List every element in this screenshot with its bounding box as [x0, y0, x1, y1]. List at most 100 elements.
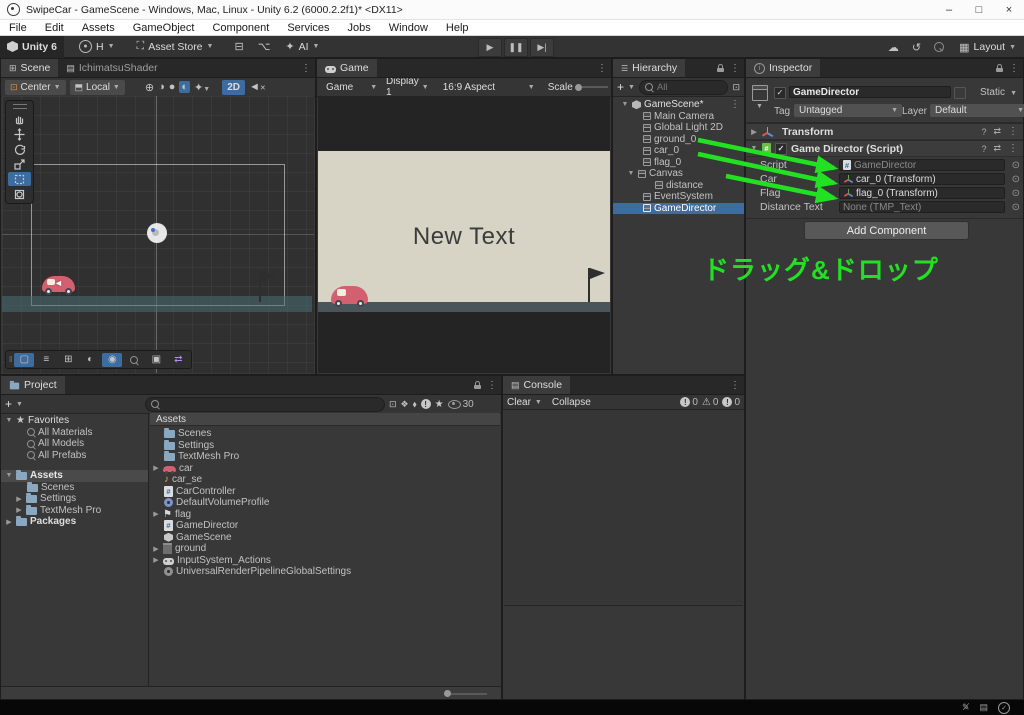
layers-overlay-icon[interactable]: ▣: [146, 353, 166, 367]
favorite-all-prefabs[interactable]: All Prefabs: [1, 450, 148, 462]
2d-toggle-button[interactable]: 2D: [222, 80, 245, 95]
distance-text-value-field[interactable]: None (TMP_Text): [839, 201, 1005, 213]
packages-root[interactable]: ▶Packages: [1, 516, 148, 528]
asset-inputsystem-actions[interactable]: ▶InputSystem_Actions: [150, 555, 500, 567]
expand-arrow-icon[interactable]: ▶: [5, 518, 13, 526]
search-by-label-icon[interactable]: ❖: [401, 399, 409, 410]
object-picker-icon[interactable]: ⊙: [1012, 202, 1020, 213]
layer-dropdown[interactable]: Default▼: [930, 104, 1024, 117]
chevron-down-icon[interactable]: ▼: [535, 399, 542, 406]
hierarchy-item-eventsystem[interactable]: EventSystem: [613, 191, 744, 203]
scene-ground-sprite[interactable]: [2, 296, 312, 312]
scene-2d-lighting-icon[interactable]: ◑: [158, 81, 165, 93]
pause-button[interactable]: ❚❚: [504, 38, 528, 57]
expand-arrow-icon[interactable]: ▼: [5, 472, 13, 479]
expand-arrow-icon[interactable]: ▶: [750, 128, 758, 136]
presets-icon[interactable]: ⇄: [993, 126, 1001, 137]
script-component-header[interactable]: ▼ # ✓ Game Director (Script) ? ⇄ ⋮: [746, 140, 1023, 157]
palette-grip[interactable]: [13, 104, 27, 109]
hierarchy-item-gamedirector[interactable]: GameDirector: [613, 203, 744, 215]
help-icon[interactable]: ?: [981, 127, 986, 137]
ai-dropdown[interactable]: ✦ AI▼: [278, 36, 326, 58]
kebab-menu-icon[interactable]: ⋮: [730, 63, 740, 74]
lock-icon[interactable]: [474, 381, 481, 389]
hierarchy-search-input[interactable]: [657, 82, 723, 93]
rotate-tool-button[interactable]: [8, 142, 31, 156]
multiplayer-icon[interactable]: ⌥: [258, 40, 271, 53]
hierarchy-item-ground0[interactable]: ground_0: [613, 134, 744, 146]
asset-car[interactable]: ▶car: [150, 463, 500, 475]
tab-hierarchy[interactable]: ☰ Hierarchy: [613, 59, 685, 77]
lock-icon[interactable]: [717, 64, 724, 72]
project-search-input[interactable]: [163, 399, 379, 410]
kebab-menu-icon[interactable]: ⋮: [1008, 126, 1018, 137]
kebab-menu-icon[interactable]: ⋮: [597, 63, 607, 74]
expand-arrow-icon[interactable]: ▶: [15, 495, 23, 503]
menu-services[interactable]: Services: [278, 20, 338, 36]
error-count-badge[interactable]: !0: [722, 397, 740, 408]
game-target-dropdown[interactable]: Game▼: [321, 80, 377, 95]
expand-arrow-icon[interactable]: ▼: [5, 417, 13, 424]
layout-dropdown[interactable]: ▦ Layout▼: [957, 36, 1018, 58]
expand-arrow-icon[interactable]: ▶: [152, 556, 160, 564]
favorites-star-icon[interactable]: ★: [435, 399, 444, 410]
expand-arrow-icon[interactable]: ▼: [621, 101, 629, 108]
play-button[interactable]: ▶: [478, 38, 502, 57]
visibility-count[interactable]: 30: [448, 399, 474, 410]
asset-carcontroller[interactable]: #CarController: [150, 486, 500, 498]
hierarchy-search[interactable]: [639, 80, 729, 95]
rect-overlay-icon[interactable]: ▢: [14, 353, 34, 367]
display-dropdown[interactable]: Display 1▼: [381, 80, 434, 95]
hierarchy-item-car0[interactable]: car_0: [613, 145, 744, 157]
scene-viewport[interactable]: ◄ ‖ ▢ ≡ ⊞ ◐ ◉: [2, 96, 314, 373]
view-options-icon[interactable]: ◉: [102, 353, 122, 367]
light-2d-gizmo[interactable]: [147, 223, 167, 243]
chevron-down-icon[interactable]: ▼: [756, 103, 763, 110]
audio-mute-icon[interactable]: ◄✕: [249, 81, 266, 93]
scene-effects-icon[interactable]: ✦▼: [194, 81, 210, 94]
kebab-menu-icon[interactable]: ⋮: [730, 380, 740, 391]
assets-root[interactable]: ▼ Assets: [1, 470, 148, 482]
aspect-dropdown[interactable]: 16:9 Aspect▼: [438, 80, 540, 95]
search-by-type-icon[interactable]: ⊡: [389, 399, 397, 410]
presets-icon[interactable]: ⇄: [993, 143, 1001, 154]
cloud-icon[interactable]: ☁: [888, 41, 899, 54]
expand-arrow-icon[interactable]: ▶: [15, 506, 23, 514]
menu-help[interactable]: Help: [437, 20, 478, 36]
asset-car-se[interactable]: ♪car_se: [150, 474, 500, 486]
hierarchy-item-global-light[interactable]: Global Light 2D: [613, 122, 744, 134]
add-component-button[interactable]: Add Component: [804, 221, 969, 240]
minimize-button[interactable]: –: [934, 0, 964, 20]
static-dropdown-icon[interactable]: ▼: [1010, 90, 1017, 97]
tag-dropdown[interactable]: Untagged▼: [794, 104, 902, 117]
expand-arrow-icon[interactable]: ▼: [627, 170, 635, 177]
collapse-button[interactable]: Collapse: [552, 397, 591, 408]
scale-slider[interactable]: Scale: [548, 82, 608, 93]
expand-arrow-icon[interactable]: ▼: [750, 145, 758, 152]
draw-mode-icon[interactable]: ⊕: [145, 81, 154, 94]
progress-check-icon[interactable]: ✓: [998, 702, 1010, 714]
move-tool-button[interactable]: [8, 127, 31, 141]
create-button[interactable]: +: [617, 80, 624, 94]
object-picker-icon[interactable]: ⊙: [1012, 188, 1020, 199]
menu-file[interactable]: File: [0, 20, 36, 36]
warning-count-badge[interactable]: ⚠0: [702, 397, 719, 408]
menu-window[interactable]: Window: [380, 20, 437, 36]
scene-car-sprite[interactable]: ◄: [42, 276, 75, 292]
asset-gamedirector[interactable]: #GameDirector: [150, 520, 500, 532]
hierarchy-item-gamescene[interactable]: ▼ GameScene* ⋮: [613, 99, 744, 111]
menu-assets[interactable]: Assets: [73, 20, 124, 36]
create-button[interactable]: +: [5, 397, 12, 411]
shuffle-overlay-icon[interactable]: ⇄: [168, 353, 188, 367]
assets-breadcrumb[interactable]: Assets: [150, 413, 500, 426]
favorites-root[interactable]: ▼ ★ Favorites: [1, 415, 148, 427]
kebab-menu-icon[interactable]: ⋮: [730, 99, 740, 110]
favorite-all-materials[interactable]: All Materials: [1, 427, 148, 439]
expand-arrow-icon[interactable]: ▶: [152, 545, 160, 553]
tab-ichimatsushader[interactable]: ▤ IchimatsuShader: [58, 59, 165, 77]
tree-scenes[interactable]: Scenes: [1, 482, 148, 494]
component-enabled-checkbox[interactable]: ✓: [775, 143, 787, 155]
asset-scenes[interactable]: Scenes: [150, 428, 500, 440]
asset-settings[interactable]: Settings: [150, 440, 500, 452]
project-search[interactable]: [145, 397, 385, 412]
